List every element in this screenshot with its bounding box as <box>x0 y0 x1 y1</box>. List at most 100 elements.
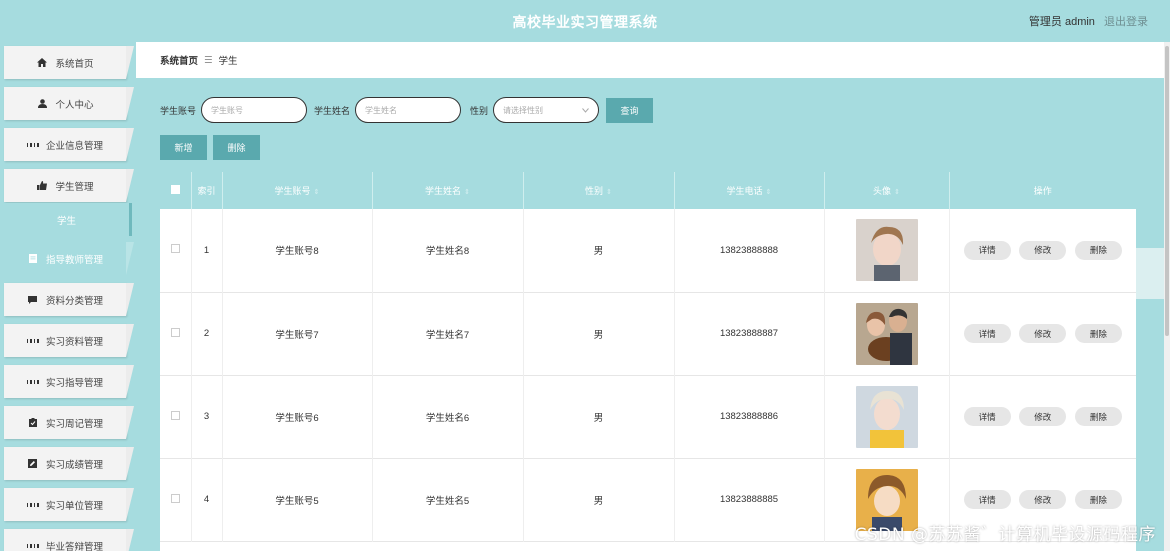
user-icon <box>36 99 48 109</box>
header-gender[interactable]: 性别 ⇕ <box>522 172 674 209</box>
admin-label: 管理员 admin <box>1028 16 1095 28</box>
sidebar-item-company[interactable]: 企业信息管理 <box>4 128 134 161</box>
header-avatar[interactable]: 头像 ⇕ <box>823 172 949 209</box>
header-index: 索引 <box>190 172 222 209</box>
student-table: 索引 学生账号 ⇕ 学生姓名 ⇕ 性别 ⇕ 学生电话 ⇕ 头像 ⇕ 操作 1 学生账号8 <box>160 172 1136 551</box>
row-account: 学生账号8 <box>221 209 372 292</box>
select-all-checkbox[interactable] <box>170 185 180 194</box>
breadcrumb-home[interactable]: 系统首页 <box>160 53 198 67</box>
grid-icon <box>26 541 39 551</box>
avatar[interactable] <box>855 385 918 448</box>
breadcrumb: 系统首页 ☰ 学生 <box>136 42 1170 78</box>
detail-button[interactable]: 详情 <box>963 407 1011 426</box>
select-all-cell[interactable] <box>160 172 191 209</box>
sidebar-item-grades[interactable]: 实习成绩管理 <box>4 447 134 480</box>
sidebar-item-label: 实习指导管理 <box>45 377 103 389</box>
avatar[interactable] <box>855 219 918 282</box>
row-phone: 13823888888 <box>673 209 824 292</box>
sort-icon[interactable]: ⇕ <box>894 189 900 196</box>
sidebar-item-teacher[interactable]: 指导教师管理 <box>4 242 134 275</box>
row-gender: 男 <box>522 209 674 292</box>
sort-icon[interactable]: ⇕ <box>766 189 772 196</box>
edit-button[interactable]: 修改 <box>1019 240 1067 260</box>
top-bar: 高校毕业实习管理系统 管理员 admin 退出登录 <box>0 0 1170 42</box>
thumb-icon <box>36 181 48 191</box>
row-gender: 男 <box>522 292 674 375</box>
row-gender: 男 <box>522 458 674 541</box>
detail-button[interactable]: 详情 <box>963 490 1011 509</box>
header-name[interactable]: 学生姓名 ⇕ <box>371 172 523 209</box>
sort-icon[interactable]: ⇕ <box>314 189 320 196</box>
query-button[interactable]: 查询 <box>606 97 654 123</box>
detail-button[interactable]: 详情 <box>963 240 1011 260</box>
header-account[interactable]: 学生账号 ⇕ <box>221 172 372 209</box>
delete-button[interactable]: 删除 <box>1074 407 1122 426</box>
delete-button[interactable]: 删除 <box>1074 490 1122 509</box>
action-bar: 新增 删除 <box>160 135 260 160</box>
sidebar-item-home[interactable]: 系统首页 <box>4 46 134 79</box>
edit-icon <box>27 459 39 469</box>
name-input[interactable]: 学生姓名 <box>355 97 462 123</box>
sidebar-item-label: 学生管理 <box>55 181 94 193</box>
grid-icon <box>26 377 39 387</box>
table-row: 2 学生账号7 学生姓名7 男 13823888887 详情 修改 删除 <box>160 292 1136 375</box>
sidebar-item-defense[interactable]: 毕业答辩管理 <box>4 529 134 551</box>
sidebar-item-label: 指导教师管理 <box>45 254 103 266</box>
row-checkbox[interactable] <box>170 327 180 337</box>
home-icon <box>36 58 48 68</box>
row-index: 4 <box>190 458 222 541</box>
sidebar-item-student-mgmt[interactable]: 学生管理 <box>4 169 134 202</box>
header-phone[interactable]: 学生电话 ⇕ <box>673 172 824 209</box>
logout-link[interactable]: 退出登录 <box>1104 16 1148 28</box>
add-button[interactable]: 新增 <box>160 135 207 160</box>
delete-button[interactable]: 删除 <box>1074 240 1122 260</box>
detail-button[interactable]: 详情 <box>963 324 1011 343</box>
doc-icon <box>27 254 39 264</box>
name-label: 学生姓名 <box>314 105 351 116</box>
row-account: 学生账号5 <box>221 458 372 541</box>
app-title: 高校毕业实习管理系统 <box>512 14 658 30</box>
delete-button[interactable]: 删除 <box>1074 324 1122 343</box>
user-area: 管理员 admin 退出登录 <box>1029 13 1148 29</box>
sidebar: 系统首页 个人中心 企业信息管理 学生管理 学生 指导教师管理 资料分类管理 实… <box>0 42 136 551</box>
edit-button[interactable]: 修改 <box>1019 490 1067 509</box>
chat-icon <box>27 295 39 305</box>
row-checkbox[interactable] <box>170 410 180 420</box>
table-row: 3 学生账号6 学生姓名6 男 13823888886 详情 修改 删除 <box>160 375 1136 458</box>
watermark: CSDN @苏苏酱゛计算机毕设源码程序 <box>854 525 1156 545</box>
grid-icon <box>26 500 39 510</box>
row-index: 3 <box>190 375 222 458</box>
sidebar-subitem-student[interactable]: 学生 <box>4 203 132 236</box>
row-index: 1 <box>190 209 222 292</box>
edit-button[interactable]: 修改 <box>1019 324 1067 343</box>
sidebar-item-profile[interactable]: 个人中心 <box>4 87 134 120</box>
sidebar-item-label: 企业信息管理 <box>45 140 103 152</box>
scrollbar-thumb[interactable] <box>1165 46 1169 336</box>
sidebar-item-internship-guidance[interactable]: 实习指导管理 <box>4 365 134 398</box>
sidebar-item-material-category[interactable]: 资料分类管理 <box>4 283 134 316</box>
page-scrollbar[interactable] <box>1164 42 1170 551</box>
sidebar-item-internship-material[interactable]: 实习资料管理 <box>4 324 134 357</box>
batch-delete-button[interactable]: 删除 <box>213 135 260 160</box>
table-header: 索引 学生账号 ⇕ 学生姓名 ⇕ 性别 ⇕ 学生电话 ⇕ 头像 ⇕ 操作 <box>160 172 1136 209</box>
grid-icon <box>26 140 39 150</box>
sidebar-item-company-unit[interactable]: 实习单位管理 <box>4 488 134 521</box>
gender-label: 性别 <box>470 105 489 116</box>
main-area: 系统首页 ☰ 学生 学生账号 学生账号 学生姓名 学生姓名 性别 请选择性别 查… <box>136 42 1170 551</box>
row-gender: 男 <box>522 375 674 458</box>
content-panel: 学生账号 学生账号 学生姓名 学生姓名 性别 请选择性别 查询 新增 删除 索引… <box>136 78 1170 551</box>
avatar[interactable] <box>855 302 918 365</box>
sidebar-item-weekly-log[interactable]: 实习周记管理 <box>4 406 134 439</box>
row-phone: 13823888887 <box>673 292 824 375</box>
row-name: 学生姓名6 <box>371 375 523 458</box>
edit-button[interactable]: 修改 <box>1019 407 1067 426</box>
account-input[interactable]: 学生账号 <box>201 97 308 123</box>
gender-select[interactable]: 请选择性别 <box>493 97 600 123</box>
row-name: 学生姓名7 <box>371 292 523 375</box>
row-checkbox[interactable] <box>170 493 180 503</box>
row-checkbox[interactable] <box>170 244 180 254</box>
sort-icon[interactable]: ⇕ <box>606 189 612 196</box>
sidebar-item-label: 系统首页 <box>55 58 94 70</box>
chevron-down-icon <box>582 106 589 115</box>
sort-icon[interactable]: ⇕ <box>464 189 470 196</box>
